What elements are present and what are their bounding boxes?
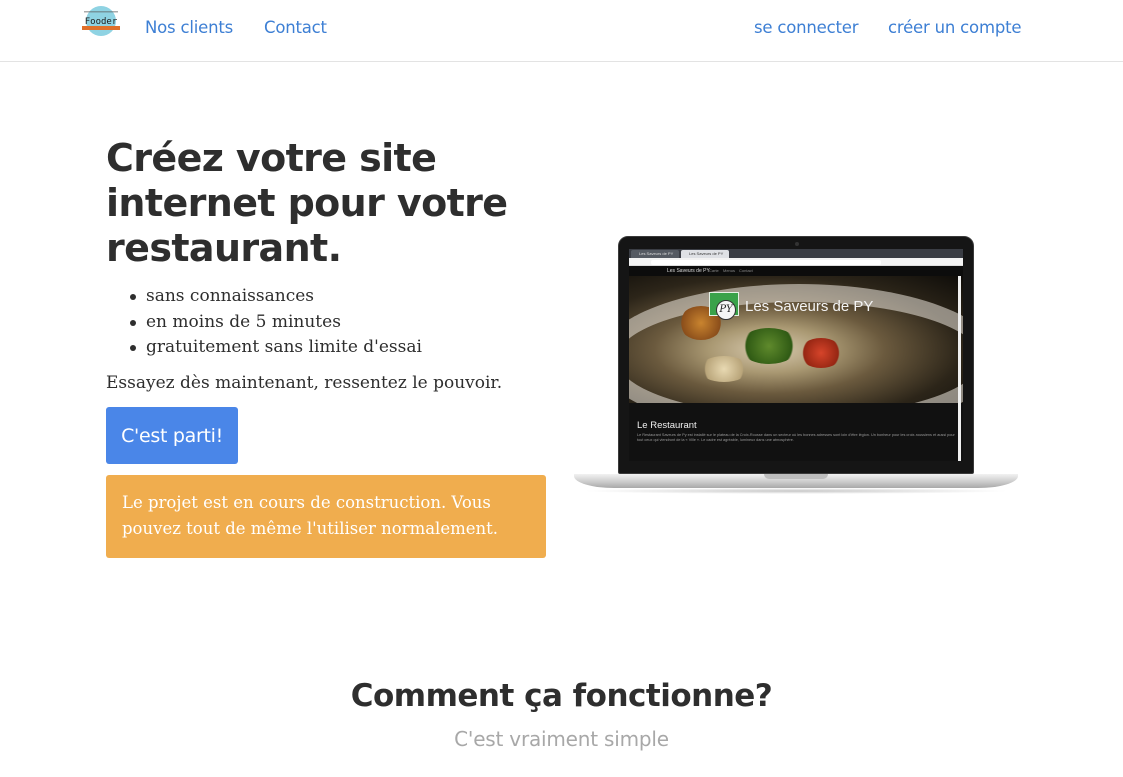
preview-nav-item: Menus bbox=[723, 268, 736, 273]
preview-section-title: Le Restaurant bbox=[637, 420, 697, 431]
laptop-screen: Les Saveurs de PY Les Saveurs de PY Les … bbox=[629, 249, 963, 461]
preview-site-nav: Les Saveurs de PY Carte Menus Contact bbox=[629, 266, 963, 276]
preview-nav-brand: Les Saveurs de PY bbox=[667, 268, 710, 274]
start-button[interactable]: C'est parti! bbox=[106, 407, 238, 464]
how-it-works-subtitle: C'est vraiment simple bbox=[454, 727, 669, 751]
how-it-works-title: Comment ça fonctionne? bbox=[350, 678, 773, 714]
food-shape bbox=[739, 328, 799, 364]
food-shape bbox=[699, 356, 749, 382]
logo-text: Fooder bbox=[85, 17, 118, 27]
browser-tab-title: Les Saveurs de PY bbox=[689, 251, 724, 256]
login-link[interactable]: se connecter bbox=[754, 18, 859, 37]
nav-link-clients[interactable]: Nos clients bbox=[145, 18, 233, 37]
preview-brand-seal: PY bbox=[716, 300, 736, 320]
camera-dot bbox=[795, 242, 799, 246]
browser-urlbar bbox=[629, 258, 963, 266]
preview-nav-item: Carte bbox=[709, 268, 719, 273]
hero-tagline: Essayez dès maintenant, ressentez le pou… bbox=[106, 373, 503, 393]
top-navbar: Fooder Nos clients Contact se connecter … bbox=[0, 0, 1123, 62]
feature-list: sans connaissances en moins de 5 minutes… bbox=[126, 284, 422, 361]
laptop-shadow bbox=[582, 488, 1010, 494]
laptop-lid: Les Saveurs de PY Les Saveurs de PY Les … bbox=[618, 236, 974, 474]
food-shape bbox=[799, 338, 843, 368]
browser-tab: Les Saveurs de PY bbox=[631, 250, 679, 258]
url-field bbox=[651, 259, 881, 265]
laptop-notch bbox=[764, 474, 828, 479]
hero-title: Créez votre site internet pour votre res… bbox=[106, 136, 508, 270]
preview-banner-photo: PY Les Saveurs de PY bbox=[629, 276, 963, 403]
preview-banner-title: Les Saveurs de PY bbox=[745, 298, 874, 315]
laptop-preview-image: Les Saveurs de PY Les Saveurs de PY Les … bbox=[574, 236, 1018, 498]
browser-tabbar: Les Saveurs de PY Les Saveurs de PY bbox=[629, 249, 963, 258]
feature-item: en moins de 5 minutes bbox=[126, 310, 422, 336]
preview-scrollbar bbox=[958, 276, 961, 461]
preview-nav-item: Contact bbox=[739, 268, 753, 273]
preview-section-text: Le Restaurant Saveurs de Py est installé… bbox=[637, 433, 955, 442]
feature-item: gratuitement sans limite d'essai bbox=[126, 335, 422, 361]
preview-site: Les Saveurs de PY Carte Menus Contact PY… bbox=[629, 266, 963, 461]
signup-link[interactable]: créer un compte bbox=[888, 18, 1022, 37]
feature-item: sans connaissances bbox=[126, 284, 422, 310]
browser-tab-active: Les Saveurs de PY bbox=[681, 250, 729, 258]
browser-tab-title: Les Saveurs de PY bbox=[639, 251, 674, 256]
nav-link-contact[interactable]: Contact bbox=[264, 18, 327, 37]
fooder-logo[interactable]: Fooder bbox=[80, 4, 122, 38]
construction-alert: Le projet est en cours de construction. … bbox=[106, 475, 546, 558]
